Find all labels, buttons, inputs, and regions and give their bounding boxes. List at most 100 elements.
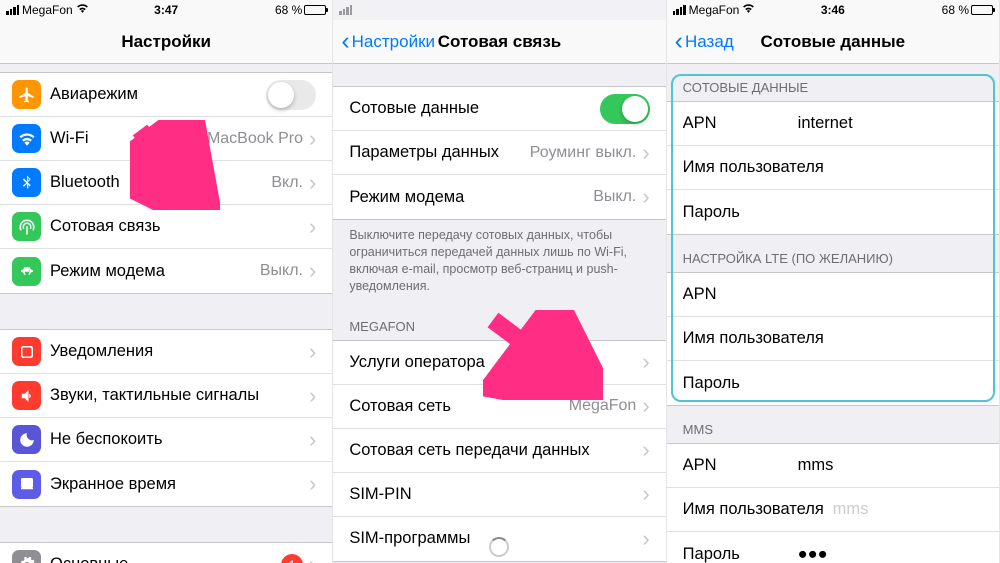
back-button[interactable]: ‹ Настройки (341, 32, 435, 52)
status-bar: MegaFon 3:47 68 % (0, 0, 332, 20)
row-notifications[interactable]: Уведомления › (0, 330, 332, 374)
row-label: Режим модема (349, 188, 593, 207)
field-value[interactable]: ●●● (798, 545, 828, 563)
cell-data-toggle[interactable] (600, 94, 650, 124)
row-label: Wi-Fi (50, 129, 149, 148)
badge-count: 1 (281, 554, 303, 563)
row-screentime[interactable]: Экранное время › (0, 462, 332, 506)
status-time: 3:46 (779, 3, 886, 17)
list-notif: Уведомления › Звуки, тактильные сигналы … (0, 329, 332, 507)
row-label: Основные (50, 555, 281, 563)
row-value: Вкл. (271, 174, 303, 192)
list-cell-top: Сотовые данные Параметры данных Роуминг … (333, 86, 665, 220)
row-label: Параметры данных (349, 143, 529, 162)
notifications-icon (12, 337, 41, 366)
row-general[interactable]: Основные 1 › (0, 543, 332, 563)
field-label: Имя пользователя (683, 329, 983, 348)
row-airplane[interactable]: Авиарежим (0, 73, 332, 117)
row-password[interactable]: Пароль (667, 190, 999, 234)
section-header-celldata: СОТОВЫЕ ДАННЫЕ (667, 64, 999, 101)
field-label: Пароль (683, 374, 983, 393)
row-label: Услуги оператора (349, 353, 642, 372)
row-label: SIM-PIN (349, 485, 642, 504)
row-label: Сотовая сеть передачи данных (349, 441, 642, 460)
signal-icon (339, 5, 352, 15)
field-value[interactable]: mms (833, 500, 869, 519)
apn-panel: MegaFon 3:46 68 % ‹ Назад Сотовые данные… (667, 0, 1000, 563)
row-cellular[interactable]: Сотовая связь › (0, 205, 332, 249)
row-label: Сотовая сеть (349, 397, 568, 416)
row-data-network[interactable]: Сотовая сеть передачи данных › (333, 429, 665, 473)
row-sounds[interactable]: Звуки, тактильные сигналы › (0, 374, 332, 418)
field-label: Имя пользователя (683, 158, 983, 177)
carrier-label: MegaFon (689, 3, 740, 17)
row-data-params[interactable]: Параметры данных Роуминг выкл. › (333, 131, 665, 175)
battery-icon (304, 5, 326, 15)
section-header-mms: MMS (667, 406, 999, 443)
section-header-megafon: MEGAFON (333, 303, 665, 340)
row-network[interactable]: Сотовая сеть MegaFon › (333, 385, 665, 429)
page-title: Настройки (0, 32, 332, 52)
field-value[interactable]: mms (798, 456, 834, 475)
settings-root-panel: MegaFon 3:47 68 % Настройки Авиарежим Wi… (0, 0, 333, 563)
signal-icon (673, 5, 686, 15)
row-username[interactable]: Имя пользователя (667, 317, 999, 361)
nav-bar: ‹ Назад Сотовые данные (667, 20, 999, 64)
airplane-toggle[interactable] (266, 80, 316, 110)
list-connectivity: Авиарежим Wi-Fi Gorban MacBook Pro › Blu… (0, 72, 332, 294)
antenna-icon (12, 212, 41, 241)
status-time: 3:47 (113, 3, 220, 17)
wifi-icon (76, 3, 89, 16)
row-hotspot[interactable]: Режим модема Выкл. › (0, 249, 332, 293)
wifi-row-icon (12, 124, 41, 153)
row-label: Экранное время (50, 475, 309, 494)
row-apn[interactable]: APN (667, 273, 999, 317)
field-value[interactable]: internet (798, 114, 853, 133)
row-carrier-services[interactable]: Услуги оператора › (333, 341, 665, 385)
row-apn[interactable]: APN internet (667, 102, 999, 146)
field-label: APN (683, 114, 778, 133)
row-password[interactable]: Пароль (667, 361, 999, 405)
row-cell-data[interactable]: Сотовые данные (333, 87, 665, 131)
airplane-icon (12, 80, 41, 109)
row-sim-pin[interactable]: SIM-PIN › (333, 473, 665, 517)
row-value: MegaFon (569, 397, 637, 415)
nav-bar: ‹ Настройки Сотовая связь (333, 20, 665, 64)
back-button[interactable]: ‹ Назад (675, 32, 734, 52)
field-label: Пароль (683, 545, 778, 563)
row-label: Bluetooth (50, 173, 271, 192)
row-apn[interactable]: APN mms (667, 444, 999, 488)
field-label: APN (683, 285, 983, 304)
back-label: Настройки (352, 32, 435, 52)
row-label: Сотовые данные (349, 99, 599, 118)
row-username[interactable]: Имя пользователя mms (667, 488, 999, 532)
row-label: Звуки, тактильные сигналы (50, 386, 309, 405)
section-header-lte: НАСТРОЙКА LTE (ПО ЖЕЛАНИЮ) (667, 235, 999, 272)
nav-bar: Настройки (0, 20, 332, 64)
field-label: APN (683, 456, 778, 475)
list-apn-mms: APN mms Имя пользователя mms Пароль ●●● (667, 443, 999, 563)
screentime-icon (12, 470, 41, 499)
list-megafon: Услуги оператора › Сотовая сеть MegaFon … (333, 340, 665, 562)
row-value: Роуминг выкл. (530, 144, 637, 162)
row-bluetooth[interactable]: Bluetooth Вкл. › (0, 161, 332, 205)
row-value: Gorban MacBook Pro (149, 130, 303, 148)
row-username[interactable]: Имя пользователя (667, 146, 999, 190)
battery-icon (971, 5, 993, 15)
bluetooth-icon (12, 168, 41, 197)
signal-icon (6, 5, 19, 15)
row-hotspot2[interactable]: Режим модема Выкл. › (333, 175, 665, 219)
row-dnd[interactable]: Не беспокоить › (0, 418, 332, 462)
row-wifi[interactable]: Wi-Fi Gorban MacBook Pro › (0, 117, 332, 161)
row-label: Авиарежим (50, 85, 266, 104)
row-password[interactable]: Пароль ●●● (667, 532, 999, 563)
cellular-panel: ‹ Настройки Сотовая связь Сотовые данные… (333, 0, 666, 563)
section-footer: Выключите передачу сотовых данных, чтобы… (333, 220, 665, 303)
list-apn-celldata: APN internet Имя пользователя Пароль (667, 101, 999, 235)
row-label: Сотовая связь (50, 217, 309, 236)
battery-pct-label: 68 % (942, 3, 969, 17)
battery-pct-label: 68 % (275, 3, 302, 17)
hotspot-icon (12, 257, 41, 286)
row-label: Уведомления (50, 342, 309, 361)
status-bar (333, 0, 665, 20)
